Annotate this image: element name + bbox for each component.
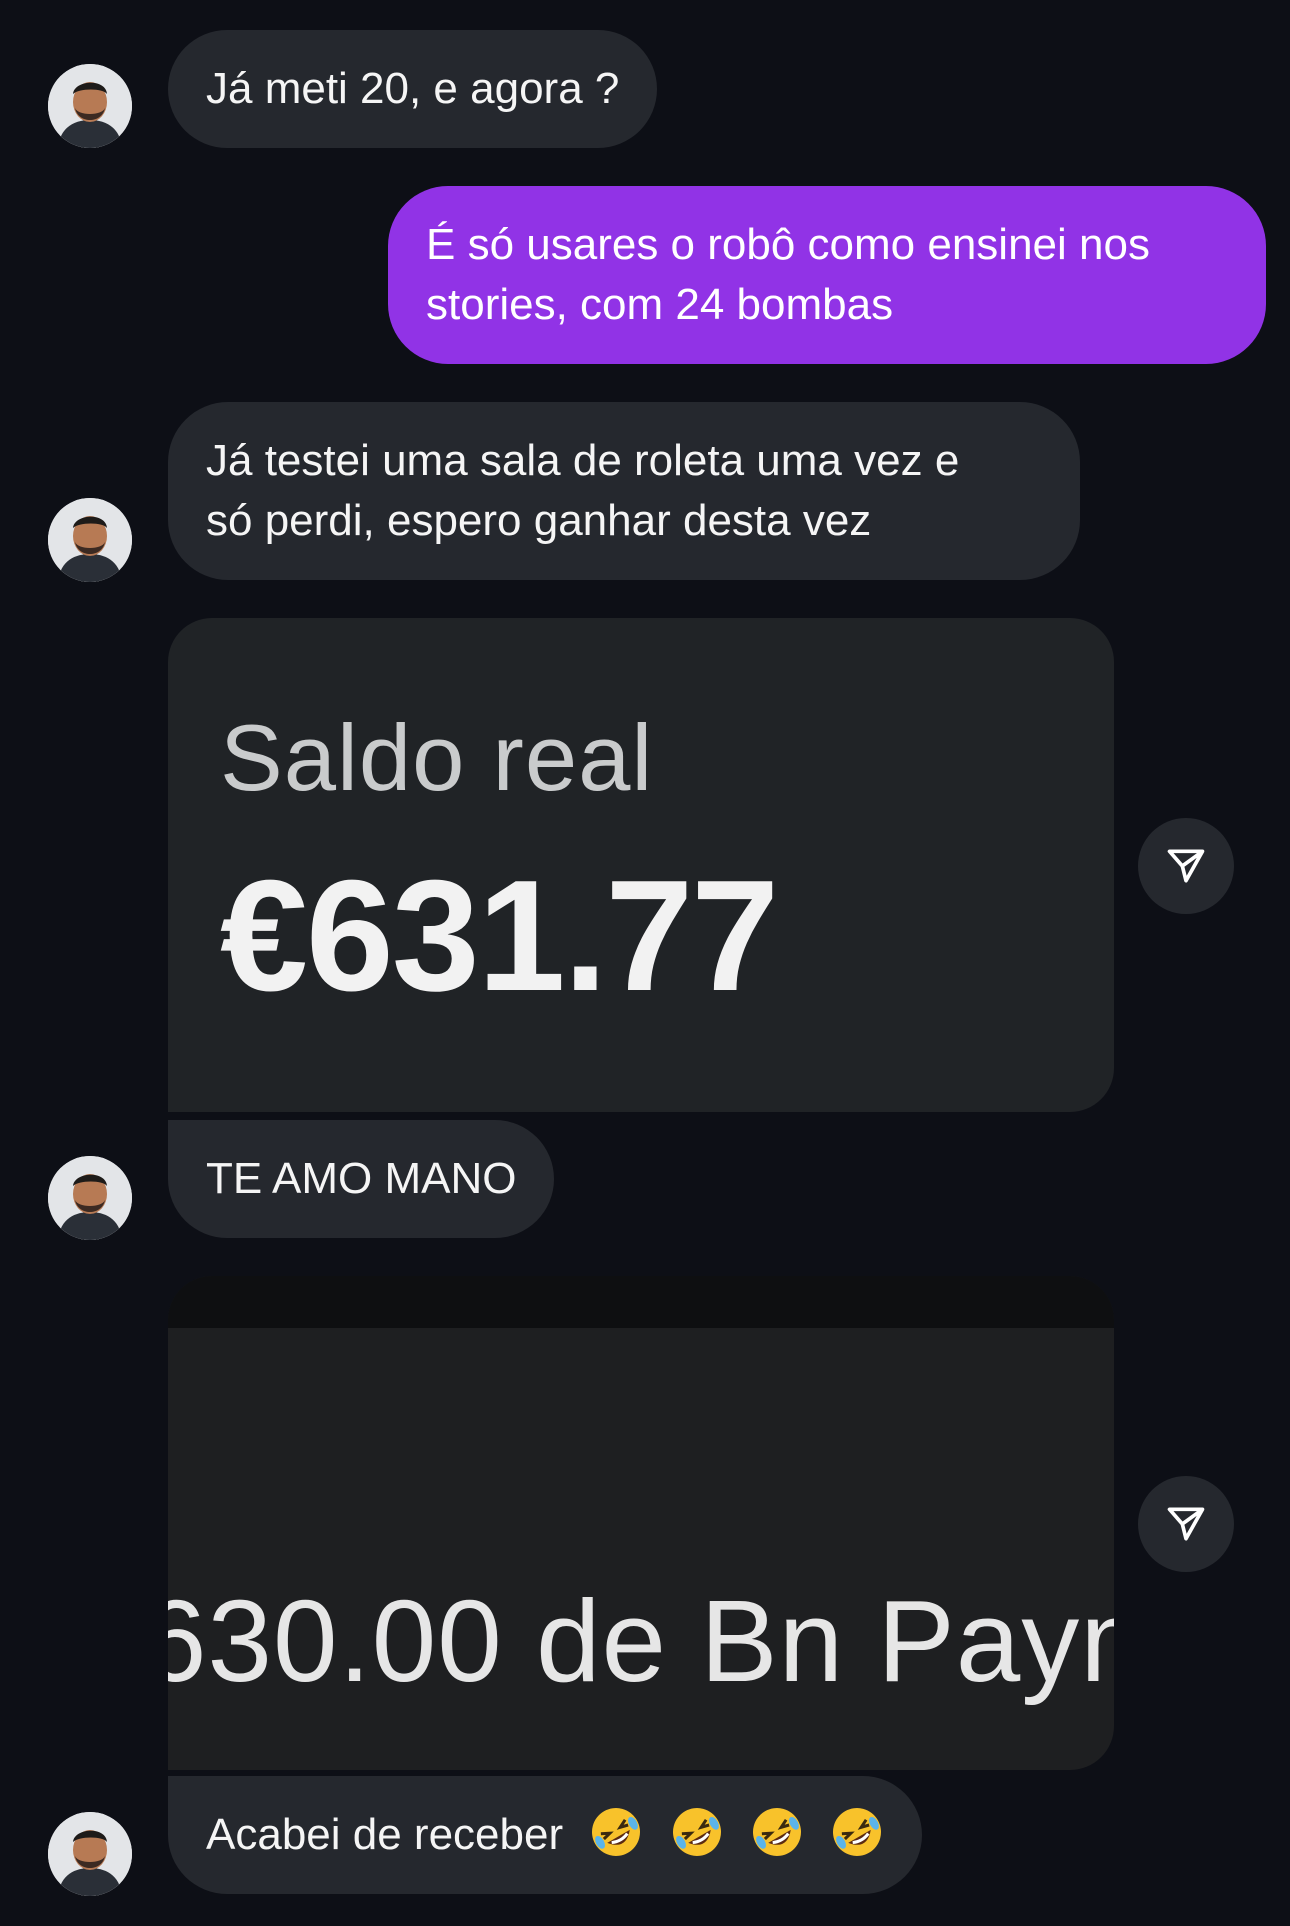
message-text: TE AMO MANO xyxy=(206,1154,517,1203)
paper-plane-icon xyxy=(1167,1507,1205,1541)
message-text-line-1: Já testei uma sala de roleta uma vez e xyxy=(206,436,960,485)
balance-amount: €631.77 xyxy=(220,848,779,1024)
rolling-on-floor-laughing-icon xyxy=(592,1808,641,1856)
avatar[interactable] xyxy=(48,64,132,148)
avatar[interactable] xyxy=(48,498,132,582)
avatar-icon xyxy=(48,498,132,582)
rolling-on-floor-laughing-icon xyxy=(752,1808,801,1856)
avatar[interactable] xyxy=(48,1812,132,1896)
share-button[interactable] xyxy=(1138,1476,1234,1572)
message-text: Já meti 20, e agora ? xyxy=(206,64,620,113)
share-button[interactable] xyxy=(1138,818,1234,914)
rolling-on-floor-laughing-icon xyxy=(672,1808,721,1856)
image-attachment-payment[interactable]: 630.00 de Bn Paym xyxy=(168,1276,1114,1770)
message-text-line-1: É só usares o robô como ensinei nos xyxy=(426,220,1150,269)
message-bubble-incoming[interactable]: Acabei de receber xyxy=(168,1776,923,1894)
message-bubble-incoming[interactable]: TE AMO MANO xyxy=(168,1120,555,1238)
message-text: Acabei de receber xyxy=(206,1810,564,1859)
message-bubble-incoming[interactable]: Já testei uma sala de roleta uma vez e s… xyxy=(168,402,1080,580)
message-bubble-outgoing[interactable]: É só usares o robô como ensinei nos stor… xyxy=(388,186,1266,364)
paper-plane-icon xyxy=(1167,849,1205,883)
payment-text: 630.00 de Bn Paym xyxy=(168,1576,1114,1706)
avatar-icon xyxy=(48,1156,132,1240)
message-text-line-2: stories, com 24 bombas xyxy=(426,280,894,329)
avatar[interactable] xyxy=(48,1156,132,1240)
rolling-on-floor-laughing-icon xyxy=(833,1808,882,1856)
image-attachment-balance[interactable]: Saldo real €631.77 xyxy=(168,618,1114,1112)
image-top-bar xyxy=(168,1276,1114,1328)
message-bubble-incoming[interactable]: Já meti 20, e agora ? xyxy=(168,30,658,148)
message-text-line-2: só perdi, espero ganhar desta vez xyxy=(206,496,872,545)
balance-label: Saldo real xyxy=(220,705,654,810)
avatar-icon xyxy=(48,64,132,148)
avatar-icon xyxy=(48,1812,132,1896)
